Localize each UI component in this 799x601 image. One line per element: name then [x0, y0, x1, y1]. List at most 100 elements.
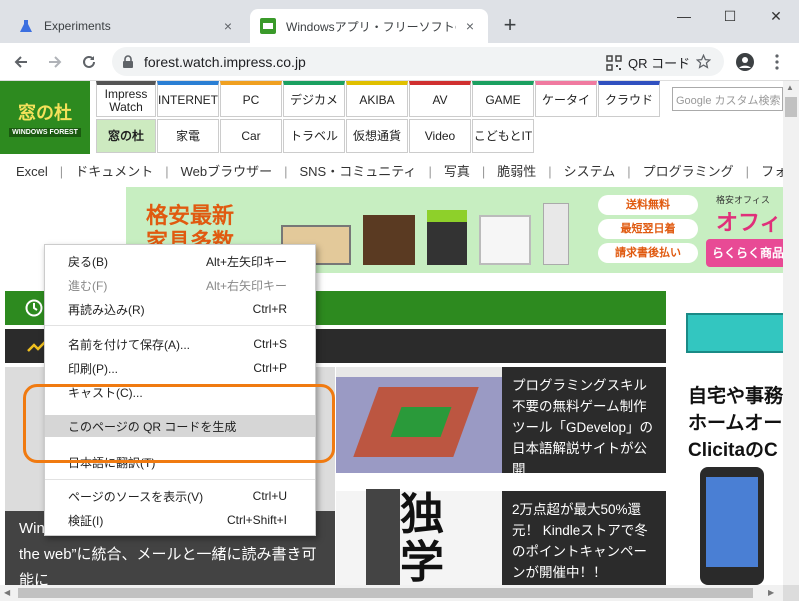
menu-item-label: 再読み込み(R) [68, 302, 145, 317]
menu-button[interactable] [762, 47, 792, 77]
close-icon[interactable]: × [220, 18, 236, 34]
account-icon [736, 53, 754, 71]
menu-item-label: 印刷(P)... [68, 361, 118, 376]
menu-item-back[interactable]: 戻る(B) Alt+左矢印キー [45, 250, 315, 272]
ad-right-line-1: 自宅や事務 [688, 386, 783, 407]
banner-button-free-shipping[interactable]: 送料無料 [598, 195, 698, 215]
back-button[interactable] [6, 47, 36, 77]
menu-item-save-as[interactable]: 名前を付けて保存(A)... Ctrl+S [45, 333, 315, 355]
menu-item-shortcut: Ctrl+Shift+I [226, 513, 287, 527]
banner-right-button[interactable]: らくらく商品 [706, 239, 783, 267]
subnav-divider: | [745, 164, 750, 179]
lock-icon [123, 55, 133, 68]
menu-item-label: 進む(F) [68, 278, 108, 293]
nav-item[interactable]: GAME [472, 81, 534, 117]
subnav-divider: | [165, 164, 169, 179]
subnav-divider: | [627, 164, 631, 179]
maximize-button[interactable]: ☐ [707, 0, 753, 32]
qr-code-button[interactable]: QR コード [606, 53, 690, 72]
subnav-link[interactable]: 写真 [444, 164, 470, 179]
nav-item[interactable]: INTERNET [157, 81, 219, 117]
highlight-annotation [23, 384, 335, 463]
logo-subtitle: WINDOWS FOREST [9, 127, 81, 137]
site-logo[interactable]: 窓の杜 WINDOWS FOREST [0, 81, 90, 154]
tab-title: Experiments [44, 19, 111, 33]
subnav-link[interactable]: 脆弱性 [497, 164, 536, 179]
category-subnav: Excel | ドキュメント | Webブラウザー | SNS・コミュニティ | 写真 | 脆弱性 |… [0, 159, 783, 181]
profile-button[interactable] [730, 47, 760, 77]
scrollbar-thumb[interactable] [18, 588, 753, 598]
menu-item-shortcut: Ctrl+U [252, 489, 287, 503]
minimize-button[interactable]: — [661, 0, 707, 32]
tab-experiments[interactable]: Experiments × [8, 9, 246, 43]
menu-item-print[interactable]: 印刷(P)... Ctrl+P [45, 357, 315, 379]
reload-icon [83, 55, 95, 68]
article-title[interactable]: プログラミングスキル不要の無料ゲーム制作ツール「GDevelop」の日本語解説サ… [502, 367, 666, 473]
nav-item[interactable]: ケータイ [535, 81, 597, 117]
nav-item[interactable]: Video [409, 119, 471, 153]
star-icon[interactable] [696, 54, 711, 69]
nav-item[interactable]: 仮想通貨 [346, 119, 408, 153]
subnav-divider: | [428, 164, 432, 179]
article-thumb-gdevelop[interactable] [336, 367, 502, 473]
article-title[interactable]: 2万点超が最大50%還元！ Kindleストアで冬のポイントキャンペーンが開催中… [502, 491, 666, 585]
vertical-scrollbar[interactable]: ▲ [783, 81, 799, 585]
subnav-divider: | [481, 164, 486, 179]
subnav-link[interactable]: フォン [761, 164, 783, 179]
nav-item[interactable]: 家電 [157, 119, 219, 153]
nav-item[interactable]: AKIBA [346, 81, 408, 117]
nav-item[interactable]: AV [409, 81, 471, 117]
url-text: forest.watch.impress.co.jp [144, 54, 306, 70]
book-title-text: 独学 [400, 490, 444, 586]
new-tab-button[interactable]: + [498, 14, 522, 38]
qr-code-label: QR コード [628, 56, 691, 71]
address-bar[interactable]: forest.watch.impress.co.jp QR コード [112, 47, 724, 76]
reload-button[interactable] [74, 47, 104, 77]
horizontal-scrollbar[interactable]: ◀ ▶ [0, 585, 783, 601]
subnav-link[interactable]: Webブラウザー [181, 164, 273, 179]
close-window-button[interactable]: ✕ [753, 0, 799, 32]
close-icon[interactable]: × [462, 18, 478, 34]
nav-item[interactable]: デジカメ [283, 81, 345, 117]
subnav-divider: | [548, 164, 552, 179]
subnav-link[interactable]: ドキュメント [75, 164, 153, 179]
ad-right-line-2: ホームオー [688, 413, 783, 434]
banner-headline-1: 格安最新 [146, 203, 235, 228]
menu-item-inspect[interactable]: 検証(I) Ctrl+Shift+I [45, 509, 315, 531]
tab-mado-no-mori[interactable]: Windowsアプリ・フリーソフトのおすすめ × [250, 9, 488, 43]
subnav-link[interactable]: システム [564, 164, 616, 179]
subnav-link[interactable]: SNS・コミュニティ [299, 164, 416, 179]
menu-item-reload[interactable]: 再読み込み(R) Ctrl+R [45, 298, 315, 320]
menu-item-shortcut: Alt+左矢印キー [205, 254, 287, 269]
tab-strip: Experiments × Windowsアプリ・フリーソフトのおすすめ × +… [0, 0, 799, 43]
banner-button-invoice[interactable]: 請求書後払い [598, 243, 698, 263]
ad-right-line-3: ClicitaのC [688, 440, 778, 461]
menu-item-view-source[interactable]: ページのソースを表示(V) Ctrl+U [45, 485, 315, 507]
nav-item[interactable]: こどもとIT [472, 119, 534, 153]
menu-item-shortcut: Ctrl+R [252, 302, 287, 316]
scroll-left-icon[interactable]: ◀ [4, 588, 10, 597]
ad-right[interactable]: 自宅や事務 ホームオー ClicitaのC [674, 291, 783, 585]
nav-item[interactable]: Impress Watch [96, 81, 156, 117]
menu-item-shortcut: Alt+右矢印キー [205, 278, 287, 293]
menu-item-shortcut: Ctrl+S [253, 337, 287, 351]
nav-item[interactable]: PC [220, 81, 282, 117]
logo-text: 窓の杜 [18, 102, 72, 124]
subnav-link[interactable]: Excel [16, 164, 48, 179]
toolbar: forest.watch.impress.co.jp QR コード [0, 43, 799, 81]
article-thumb-book[interactable]: 独学 [336, 489, 502, 586]
scroll-up-icon[interactable]: ▲ [786, 83, 794, 92]
menu-item-shortcut: Ctrl+P [253, 361, 287, 375]
scrollbar-thumb[interactable] [785, 97, 797, 117]
nav-item[interactable]: クラウド [598, 81, 660, 117]
site-search-input[interactable]: Google カスタム検索 [672, 87, 783, 111]
scroll-right-icon[interactable]: ▶ [768, 588, 774, 597]
menu-item-label: ページのソースを表示(V) [68, 489, 204, 504]
nav-item[interactable]: トラベル [283, 119, 345, 153]
nav-item[interactable]: Car [220, 119, 282, 153]
forward-button[interactable] [40, 47, 70, 77]
nav-item[interactable]: 窓の杜 [96, 119, 156, 153]
subnav-link[interactable]: プログラミング [643, 164, 734, 179]
menu-item-forward[interactable]: 進む(F) Alt+右矢印キー [45, 274, 315, 296]
banner-button-next-day[interactable]: 最短翌日着 [598, 219, 698, 239]
